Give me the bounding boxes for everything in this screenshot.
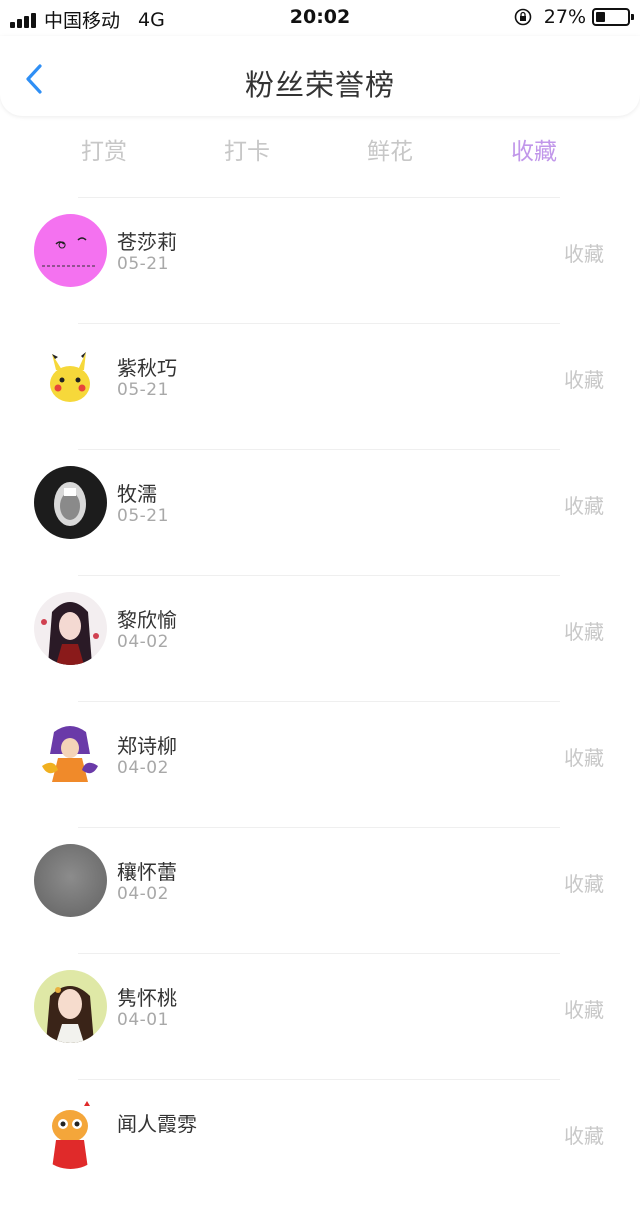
avatar[interactable] — [34, 466, 107, 539]
fan-date: 04-01 — [117, 1010, 169, 1030]
status-bar: 中国移动 4G 20:02 27% — [0, 0, 640, 36]
list-item: 牧濡 05-21 收藏 — [0, 449, 640, 575]
avatar[interactable] — [34, 970, 107, 1043]
list-item: 隽怀桃 04-01 收藏 — [0, 953, 640, 1079]
fan-date: 04-02 — [117, 632, 169, 652]
battery-icon — [592, 8, 634, 26]
favorite-button[interactable]: 收藏 — [564, 994, 604, 1023]
list-item: 黎欣愉 04-02 收藏 — [0, 575, 640, 701]
favorite-button[interactable]: 收藏 — [564, 616, 604, 645]
fan-list: 苍莎莉 05-21 收藏 紫秋巧 05-21 收藏 牧濡 05-21 收藏 黎欣… — [0, 197, 640, 1205]
status-right: 27% — [514, 6, 634, 28]
favorite-button[interactable]: 收藏 — [564, 364, 604, 393]
fan-name: 郑诗柳 — [117, 734, 177, 758]
nav-bar: 粉丝荣誉榜 — [0, 36, 640, 116]
favorite-button[interactable]: 收藏 — [564, 868, 604, 897]
avatar[interactable] — [34, 718, 107, 791]
fan-date: 05-21 — [117, 506, 169, 526]
tab-checkin[interactable]: 打卡 — [187, 132, 307, 166]
fan-date: 04-02 — [117, 758, 169, 778]
fan-date: 05-21 — [117, 254, 169, 274]
tab-flowers[interactable]: 鲜花 — [330, 132, 450, 166]
list-item: 紫秋巧 05-21 收藏 — [0, 323, 640, 449]
avatar[interactable] — [34, 592, 107, 665]
list-item: 郑诗柳 04-02 收藏 — [0, 701, 640, 827]
tab-favorites[interactable]: 收藏 — [474, 132, 594, 166]
favorite-button[interactable]: 收藏 — [564, 238, 604, 267]
favorite-button[interactable]: 收藏 — [564, 490, 604, 519]
fan-date: 04-02 — [117, 884, 169, 904]
page-title: 粉丝荣誉榜 — [244, 68, 395, 102]
avatar[interactable] — [34, 1096, 107, 1169]
fan-name: 苍莎莉 — [117, 230, 177, 254]
fan-name: 闻人霞雰 — [117, 1112, 197, 1136]
avatar[interactable] — [34, 214, 107, 287]
list-item: 苍莎莉 05-21 收藏 — [0, 197, 640, 323]
list-item: 闻人霞雰 收藏 — [0, 1079, 640, 1205]
fan-name: 牧濡 — [117, 482, 157, 506]
tab-reward[interactable]: 打赏 — [44, 132, 164, 166]
avatar[interactable] — [34, 844, 107, 917]
tab-bar: 打赏 打卡 鲜花 收藏 — [0, 120, 640, 176]
favorite-button[interactable]: 收藏 — [564, 742, 604, 771]
list-item: 穰怀蕾 04-02 收藏 — [0, 827, 640, 953]
fan-name: 隽怀桃 — [117, 986, 177, 1010]
favorite-button[interactable]: 收藏 — [564, 1120, 604, 1149]
fan-name: 紫秋巧 — [117, 356, 177, 380]
avatar[interactable] — [34, 340, 107, 413]
battery-percent: 27% — [543, 6, 586, 28]
fan-name: 穰怀蕾 — [117, 860, 177, 884]
rotation-lock-icon — [514, 8, 532, 26]
fan-name: 黎欣愉 — [117, 608, 177, 632]
fan-date: 05-21 — [117, 380, 169, 400]
